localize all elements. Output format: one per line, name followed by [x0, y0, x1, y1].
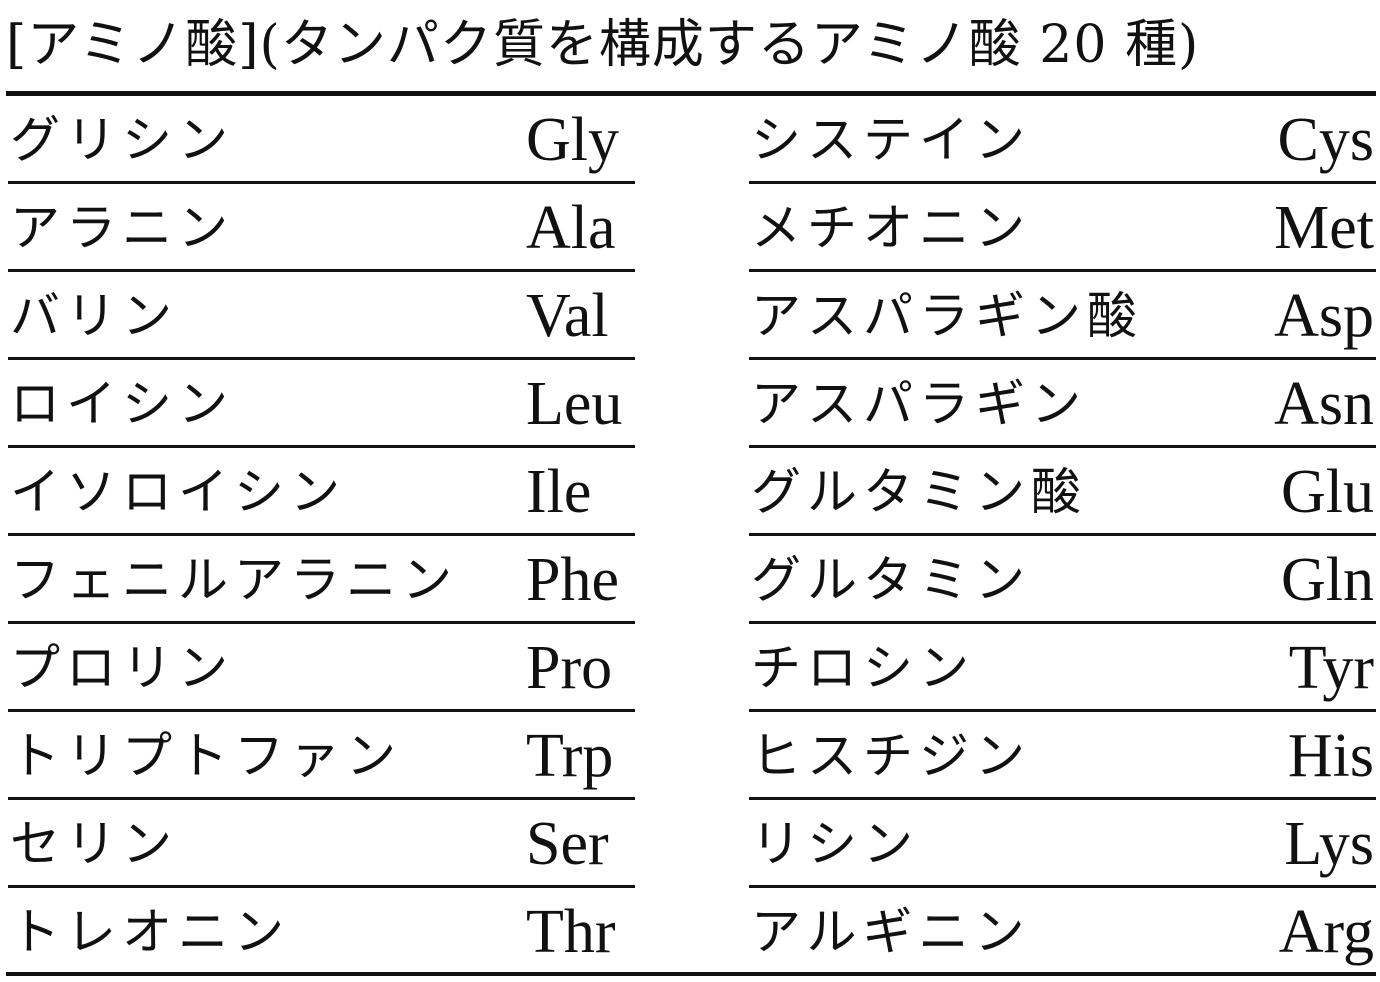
- table-row: グルタミン Gln: [749, 536, 1376, 624]
- amino-acid-name: アルギニン: [751, 903, 1031, 961]
- amino-acid-name: リシン: [751, 815, 919, 873]
- amino-acid-name: チロシン: [751, 639, 975, 697]
- amino-acid-name: アスパラギン: [751, 375, 1087, 433]
- table-row: リシン Lys: [749, 800, 1376, 888]
- table-row: チロシン Tyr: [749, 624, 1376, 712]
- amino-acid-abbreviation: His: [1287, 722, 1374, 790]
- table-row: トレオニン Thr: [8, 888, 635, 976]
- table-row: グルタミン酸 Glu: [749, 448, 1376, 536]
- amino-acid-name: アスパラギン酸: [751, 287, 1143, 345]
- table-row: ヒスチジン His: [749, 712, 1376, 800]
- amino-acid-column-left: グリシン Gly アラニン Ala バリン Val ロイシン Leu イソロイシ…: [8, 96, 635, 976]
- amino-acid-name: セリン: [10, 815, 178, 873]
- table-row: イソロイシン Ile: [8, 448, 635, 536]
- amino-acid-abbreviation: Met: [1274, 194, 1374, 262]
- amino-acid-abbreviation: Tyr: [1288, 634, 1374, 702]
- amino-acid-name: フェニルアラニン: [10, 551, 458, 609]
- amino-acid-name: グルタミン: [751, 551, 1031, 609]
- table-bottom-rule: [6, 972, 1376, 976]
- amino-acid-abbreviation: Gly: [526, 106, 619, 174]
- amino-acid-name: アラニン: [10, 199, 234, 257]
- table-row: メチオニン Met: [749, 184, 1376, 272]
- table-row: バリン Val: [8, 272, 635, 360]
- amino-acid-name: グリシン: [10, 111, 234, 169]
- page-title: [アミノ酸](タンパク質を構成するアミノ酸 20 種): [6, 15, 1200, 75]
- amino-acid-abbreviation: Val: [526, 282, 609, 350]
- table-row: アスパラギン Asn: [749, 360, 1376, 448]
- amino-acid-abbreviation: Glu: [1281, 458, 1374, 526]
- table-row: グリシン Gly: [8, 96, 635, 184]
- amino-acid-name: イソロイシン: [10, 463, 346, 521]
- amino-acid-abbreviation: Arg: [1278, 898, 1374, 966]
- table-row: ロイシン Leu: [8, 360, 635, 448]
- table-row: プロリン Pro: [8, 624, 635, 712]
- amino-acid-abbreviation: Thr: [526, 898, 616, 966]
- table-row: トリプトファン Trp: [8, 712, 635, 800]
- amino-acid-abbreviation: Ile: [526, 458, 592, 526]
- amino-acid-abbreviation: Phe: [526, 546, 619, 614]
- amino-acid-abbreviation: Cys: [1277, 106, 1374, 174]
- amino-acid-abbreviation: Trp: [526, 722, 614, 790]
- amino-acid-abbreviation: Pro: [526, 634, 613, 702]
- amino-acid-abbreviation: Gln: [1281, 546, 1374, 614]
- amino-acid-name: トリプトファン: [10, 727, 402, 785]
- amino-acid-name: グルタミン酸: [751, 463, 1087, 521]
- amino-acid-abbreviation: Ala: [526, 194, 616, 262]
- amino-acid-name: プロリン: [10, 639, 234, 697]
- amino-acid-abbreviation: Leu: [526, 370, 623, 438]
- amino-acid-abbreviation: Ser: [526, 810, 609, 878]
- amino-acid-name: システイン: [751, 111, 1031, 169]
- amino-acid-name: トレオニン: [10, 903, 290, 961]
- amino-acid-name: メチオニン: [751, 199, 1031, 257]
- amino-acid-name: ヒスチジン: [751, 727, 1031, 785]
- amino-acid-column-right: システイン Cys メチオニン Met アスパラギン酸 Asp アスパラギン A…: [749, 96, 1376, 976]
- table-row: フェニルアラニン Phe: [8, 536, 635, 624]
- amino-acid-abbreviation: Asp: [1274, 282, 1374, 350]
- table-row: セリン Ser: [8, 800, 635, 888]
- table-row: アルギニン Arg: [749, 888, 1376, 976]
- amino-acid-name: バリン: [10, 287, 178, 345]
- amino-acid-name: ロイシン: [10, 375, 234, 433]
- amino-acid-abbreviation: Asn: [1274, 370, 1374, 438]
- table-row: アラニン Ala: [8, 184, 635, 272]
- table-row: アスパラギン酸 Asp: [749, 272, 1376, 360]
- table-row: システイン Cys: [749, 96, 1376, 184]
- amino-acid-abbreviation: Lys: [1284, 810, 1374, 878]
